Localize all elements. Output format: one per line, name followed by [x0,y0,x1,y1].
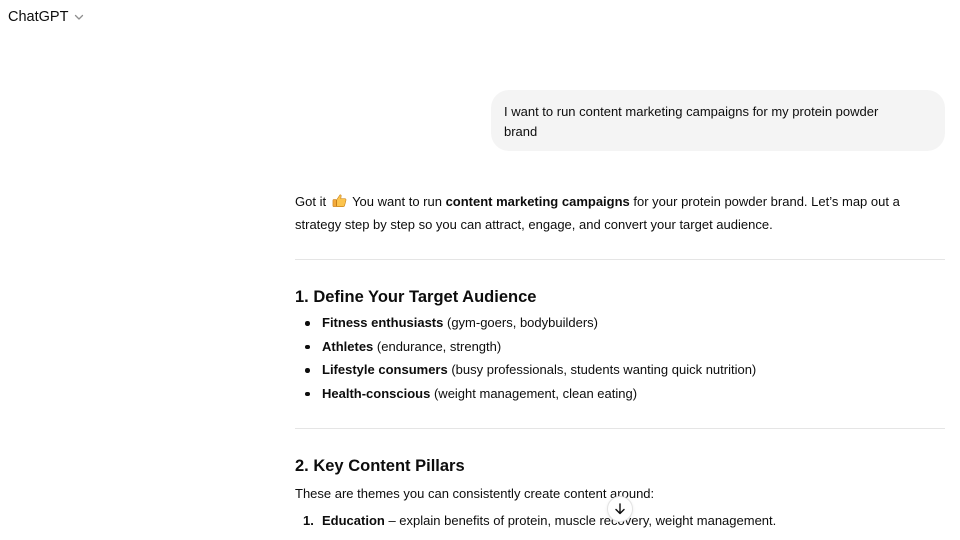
section-1-heading: 1. Define Your Target Audience [295,288,537,306]
assistant-message: Got it You want to run content marketing… [295,190,945,531]
list-item-bold: Health-conscious [322,385,431,401]
model-name: ChatGPT [8,9,69,25]
list-item-text: – explain benefits of protein, muscle re… [384,513,777,528]
intro-text-2: You want to run [348,194,446,209]
assistant-intro: Got it You want to run content marketing… [295,190,945,236]
list-item: Athletes (endurance, strength) [295,335,945,359]
divider [295,259,945,260]
user-message-text: I want to run content marketing campaign… [504,104,879,139]
list-item-text: (weight management, clean eating) [430,385,638,401]
arrow-down-icon [615,503,625,515]
list-item-text: (gym-goers, bodybuilders) [443,315,598,330]
model-picker[interactable]: ChatGPT [8,6,85,28]
intro-bold: content marketing campaigns [445,194,630,209]
thumbs-up-icon [332,192,347,207]
divider [295,428,945,429]
user-message-bubble: I want to run content marketing campaign… [491,90,945,151]
list-item-bold: Athletes [322,338,374,354]
audience-list: Fitness enthusiasts (gym-goers, bodybuil… [295,311,945,405]
section-2-heading: 2. Key Content Pillars [295,457,465,475]
chevron-down-icon [73,11,85,23]
list-item-bold: Fitness enthusiasts [322,315,444,330]
scroll-to-bottom-button[interactable] [607,496,633,522]
list-item: Lifestyle consumers (busy professionals,… [295,358,945,382]
intro-text-1: Got it [295,194,327,209]
list-item: Fitness enthusiasts (gym-goers, bodybuil… [295,311,945,335]
list-item-bold: Lifestyle consumers [322,362,448,377]
list-item-text: (endurance, strength) [373,338,502,354]
list-item: Health-conscious (weight management, cle… [295,382,945,406]
list-item-number: 1. [303,513,314,528]
list-item-text: (busy professionals, students wanting qu… [447,362,757,377]
list-item-bold: Education [322,513,385,528]
